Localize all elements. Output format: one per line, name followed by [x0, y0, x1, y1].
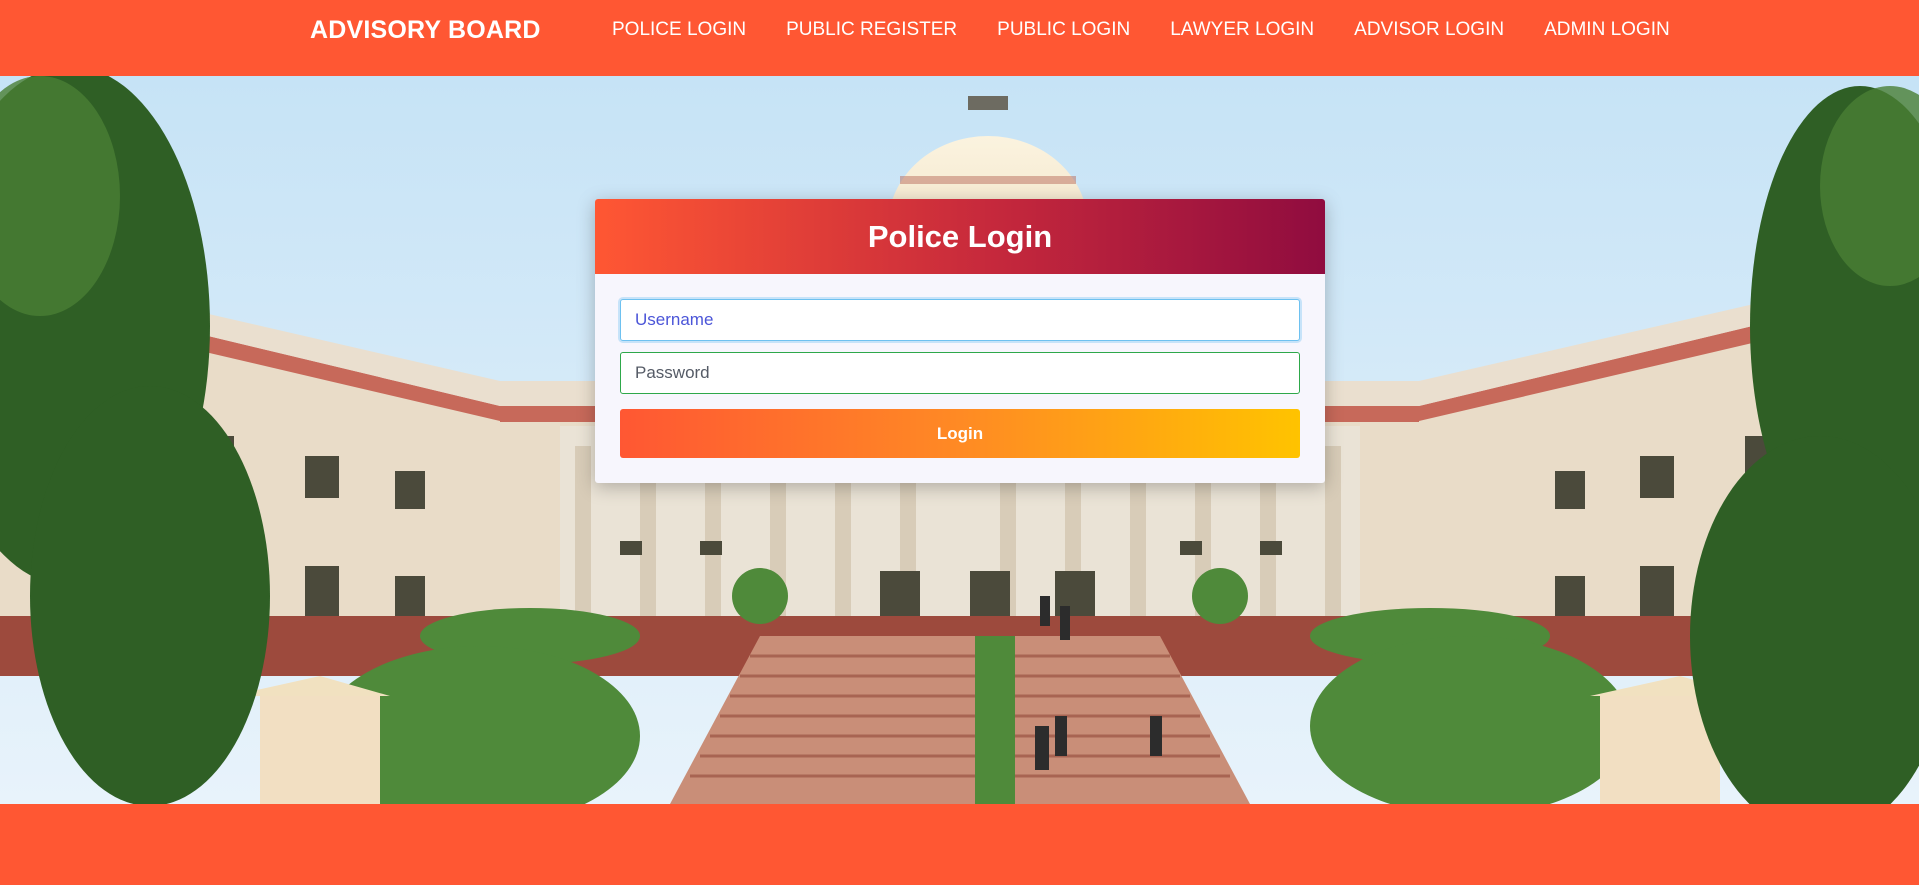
- login-form: Login: [595, 274, 1325, 458]
- username-input[interactable]: [620, 299, 1300, 341]
- footer-band: [0, 804, 1919, 885]
- nav-police-login[interactable]: POLICE LOGIN: [612, 19, 746, 41]
- top-navbar: ADVISORY BOARD POLICE LOGIN PUBLIC REGIS…: [0, 0, 1919, 76]
- nav-links: POLICE LOGIN PUBLIC REGISTER PUBLIC LOGI…: [592, 19, 1690, 41]
- nav-lawyer-login[interactable]: LAWYER LOGIN: [1170, 19, 1314, 41]
- login-button[interactable]: Login: [620, 409, 1300, 458]
- password-input[interactable]: [620, 352, 1300, 394]
- login-card-header: Police Login: [595, 199, 1325, 274]
- nav-public-login[interactable]: PUBLIC LOGIN: [997, 19, 1130, 41]
- nav-public-register[interactable]: PUBLIC REGISTER: [786, 19, 957, 41]
- login-card: Police Login Login: [595, 199, 1325, 483]
- brand-logo-text[interactable]: ADVISORY BOARD: [310, 16, 541, 45]
- nav-advisor-login[interactable]: ADVISOR LOGIN: [1354, 19, 1504, 41]
- nav-admin-login[interactable]: ADMIN LOGIN: [1544, 19, 1670, 41]
- login-title: Police Login: [867, 218, 1053, 254]
